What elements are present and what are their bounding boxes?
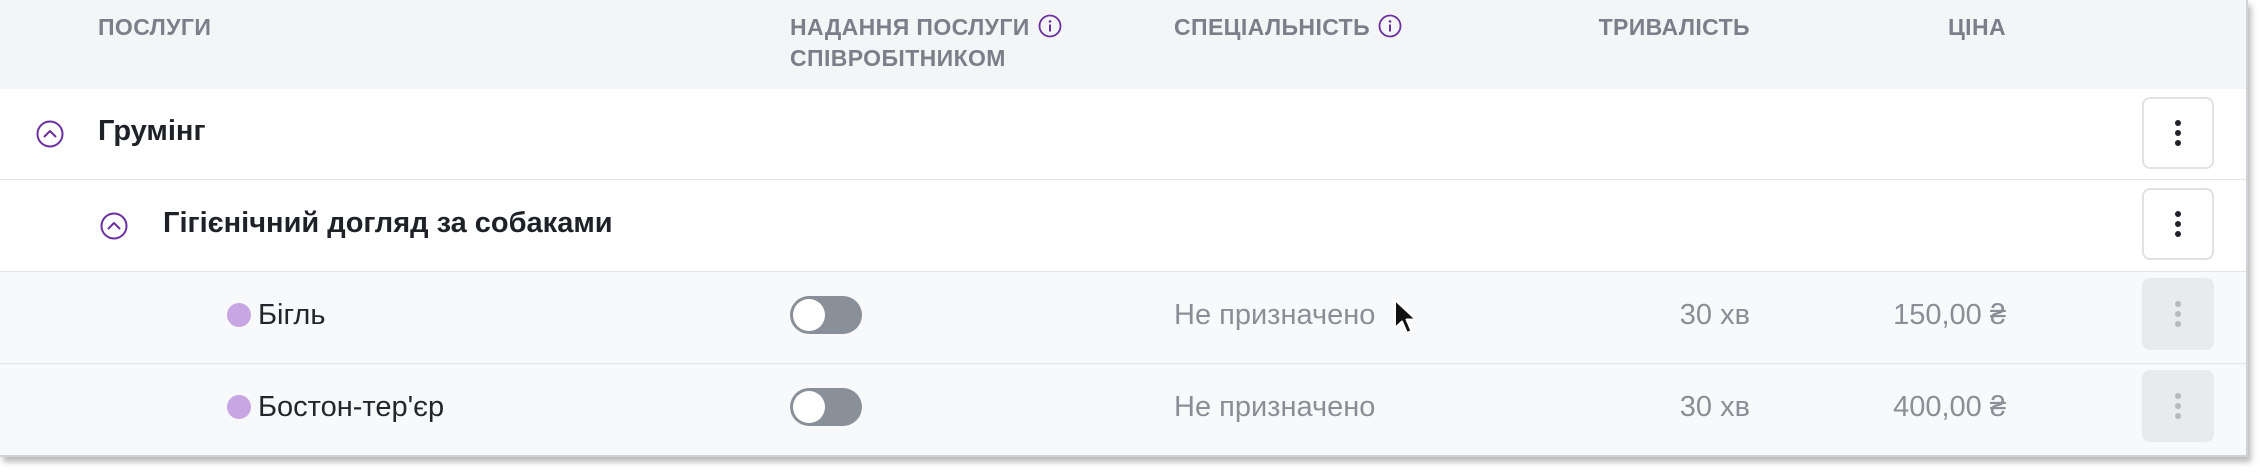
column-header-services[interactable]: ПОСЛУГИ bbox=[98, 12, 211, 43]
chevron-up-circle-icon[interactable] bbox=[35, 119, 65, 149]
subcategory-menu-button[interactable] bbox=[2142, 188, 2214, 260]
table-row[interactable]: Бігль Не призначено 30 хв 150,00 ₴ bbox=[0, 272, 2246, 364]
service-price: 400,00 ₴ bbox=[1893, 391, 2006, 423]
kebab-menu-icon bbox=[2175, 301, 2181, 327]
employee-service-toggle[interactable] bbox=[790, 388, 862, 426]
column-header-price[interactable]: ЦІНА bbox=[1800, 12, 2006, 43]
category-title: Грумінг bbox=[98, 115, 206, 147]
service-duration: 30 хв bbox=[1679, 391, 1750, 423]
service-color-dot bbox=[227, 395, 251, 419]
table-header: ПОСЛУГИ НАДАННЯ ПОСЛУГИ СПІВРОБІТНИКОМ С… bbox=[0, 0, 2246, 90]
column-header-employee-service-line1: НАДАННЯ ПОСЛУГИ bbox=[790, 14, 1030, 40]
mouse-pointer-icon bbox=[1394, 299, 1417, 334]
service-price: 150,00 ₴ bbox=[1893, 299, 2006, 331]
service-menu-button[interactable] bbox=[2142, 278, 2214, 350]
toggle-knob bbox=[793, 391, 825, 423]
column-header-employee-service: НАДАННЯ ПОСЛУГИ СПІВРОБІТНИКОМ bbox=[790, 12, 1062, 74]
category-menu-button[interactable] bbox=[2142, 97, 2214, 169]
column-header-specialty: СПЕЦІАЛЬНІСТЬ bbox=[1174, 12, 1402, 43]
service-name: Бостон-тер'єр bbox=[258, 391, 445, 423]
service-duration: 30 хв bbox=[1679, 299, 1750, 331]
column-header-specialty-label: СПЕЦІАЛЬНІСТЬ bbox=[1174, 14, 1371, 40]
services-table: ПОСЛУГИ НАДАННЯ ПОСЛУГИ СПІВРОБІТНИКОМ С… bbox=[0, 0, 2248, 457]
service-specialty: Не призначено bbox=[1174, 391, 1376, 423]
kebab-menu-icon bbox=[2175, 211, 2181, 237]
kebab-menu-icon bbox=[2175, 393, 2181, 419]
toggle-knob bbox=[793, 299, 825, 331]
category-row-grooming[interactable]: Грумінг bbox=[0, 89, 2246, 180]
info-icon[interactable] bbox=[1038, 14, 1062, 38]
service-specialty: Не призначено bbox=[1174, 299, 1376, 331]
service-menu-button[interactable] bbox=[2142, 370, 2214, 442]
chevron-up-circle-icon[interactable] bbox=[99, 211, 129, 241]
kebab-menu-icon bbox=[2175, 120, 2181, 146]
column-header-employee-service-line2: СПІВРОБІТНИКОМ bbox=[790, 45, 1006, 71]
service-name: Бігль bbox=[258, 299, 326, 331]
subcategory-title: Гігієнічний догляд за собаками bbox=[163, 207, 613, 239]
service-color-dot bbox=[227, 303, 251, 327]
table-row[interactable]: Бостон-тер'єр Не призначено 30 хв 400,00… bbox=[0, 364, 2246, 455]
column-header-duration[interactable]: ТРИВАЛІСТЬ bbox=[1500, 12, 1750, 43]
info-icon[interactable] bbox=[1378, 14, 1402, 38]
employee-service-toggle[interactable] bbox=[790, 296, 862, 334]
subcategory-row-dog-hygiene[interactable]: Гігієнічний догляд за собаками bbox=[0, 180, 2246, 272]
